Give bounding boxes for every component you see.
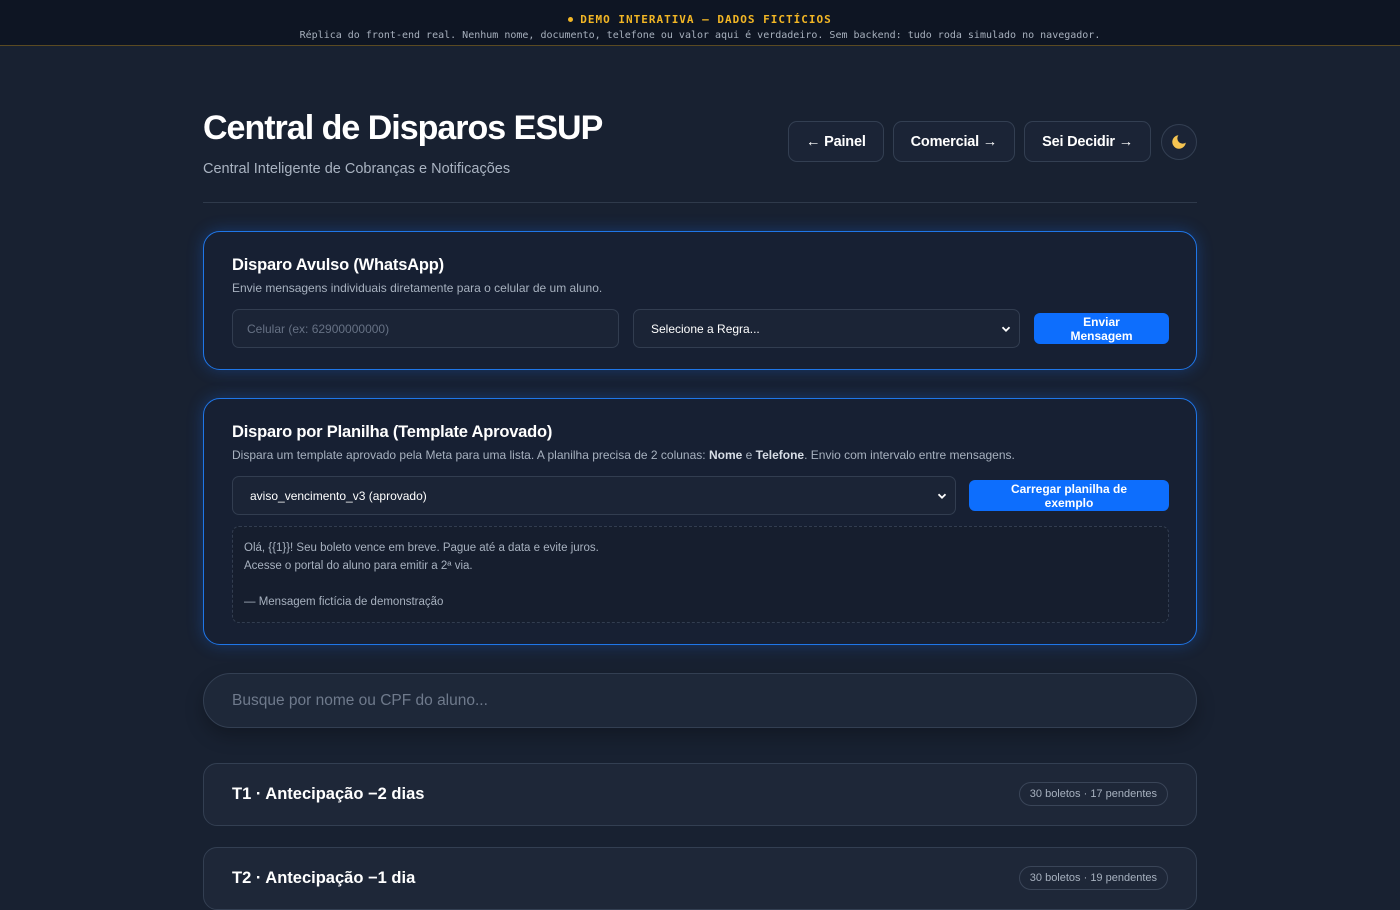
template-select-value: aviso_vencimento_v3 (aprovado) (250, 488, 427, 503)
painel-nav-button[interactable]: ← Painel (788, 121, 884, 162)
page-header: Central de Disparos ESUP Central Intelig… (203, 46, 1197, 203)
preview-footer: — Mensagem fictícia de demonstração (244, 596, 444, 608)
student-search-input[interactable]: Busque por nome ou CPF do aluno... (203, 673, 1197, 728)
rule-select-value: Selecione a Regra... (651, 321, 760, 336)
demo-banner: DEMO INTERATIVA — DADOS FICTÍCIOS Réplic… (0, 0, 1400, 46)
list-item[interactable]: T2 · Antecipação −1 dia 30 boletos · 19 … (203, 847, 1197, 910)
demo-banner-title: DEMO INTERATIVA — DADOS FICTÍCIOS (568, 13, 832, 26)
preview-line: Olá, {{1}}! Seu boleto vence em breve. P… (244, 542, 599, 554)
main-container: Central de Disparos ESUP Central Intelig… (203, 46, 1197, 910)
status-badge: 30 boletos · 17 pendentes (1018, 782, 1168, 806)
template-preview: Olá, {{1}}! Seu boleto vence em breve. P… (232, 526, 1169, 623)
header-nav: ← Painel Comercial → Sei Decidir → (788, 121, 1197, 162)
group-title: T2 · Antecipação −1 dia (232, 869, 416, 887)
status-dot-icon (568, 17, 574, 22)
chevron-down-icon (937, 493, 947, 499)
phone-input[interactable]: Celular (ex: 62900000000) (232, 309, 619, 348)
bulk-send-title: Disparo por Planilha (Template Aprovado) (232, 423, 553, 441)
status-badge: 30 boletos · 19 pendentes (1018, 866, 1168, 890)
demo-banner-subtitle: Réplica do front-end real. Nenhum nome, … (299, 30, 1101, 41)
moon-icon (1172, 134, 1186, 149)
page-subtitle: Central Inteligente de Cobranças e Notif… (203, 161, 511, 177)
rule-select[interactable]: Selecione a Regra... (633, 309, 1020, 348)
bulk-desc-col-nome: Nome (708, 448, 743, 462)
bulk-send-card: Disparo por Planilha (Template Aprovado)… (203, 398, 1197, 645)
bulk-desc-col-telefone: Telefone (755, 448, 805, 462)
group-title: T1 · Antecipação −2 dias (232, 785, 425, 803)
theme-toggle-button[interactable] (1161, 123, 1197, 160)
bulk-send-description: Dispara um template aprovado pela Meta p… (232, 448, 1015, 462)
single-send-card: Disparo Avulso (WhatsApp) Envie mensagen… (203, 231, 1197, 370)
load-sample-sheet-button[interactable]: Carregar planilha de exemplo (969, 480, 1169, 511)
template-select[interactable]: aviso_vencimento_v3 (aprovado) (232, 476, 956, 515)
list-item[interactable]: T1 · Antecipação −2 dias 30 boletos · 17… (203, 763, 1197, 826)
sei-decidir-nav-button[interactable]: Sei Decidir → (1024, 121, 1151, 162)
page-title: Central de Disparos ESUP (203, 109, 603, 147)
comercial-nav-button[interactable]: Comercial → (892, 121, 1016, 162)
chevron-down-icon (1001, 326, 1011, 332)
bulk-desc-pre: Dispara um template aprovado pela Meta p… (232, 448, 709, 462)
preview-line: Acesse o portal do aluno para emitir a 2… (244, 560, 473, 572)
demo-banner-title-text: DEMO INTERATIVA — DADOS FICTÍCIOS (580, 13, 832, 26)
single-send-description: Envie mensagens individuais diretamente … (232, 281, 603, 295)
bulk-desc-post: . Envio com intervalo entre mensagens. (804, 448, 1015, 462)
bulk-desc-mid: e (742, 448, 756, 462)
send-message-button[interactable]: Enviar Mensagem (1034, 313, 1169, 344)
single-send-title: Disparo Avulso (WhatsApp) (232, 256, 444, 274)
